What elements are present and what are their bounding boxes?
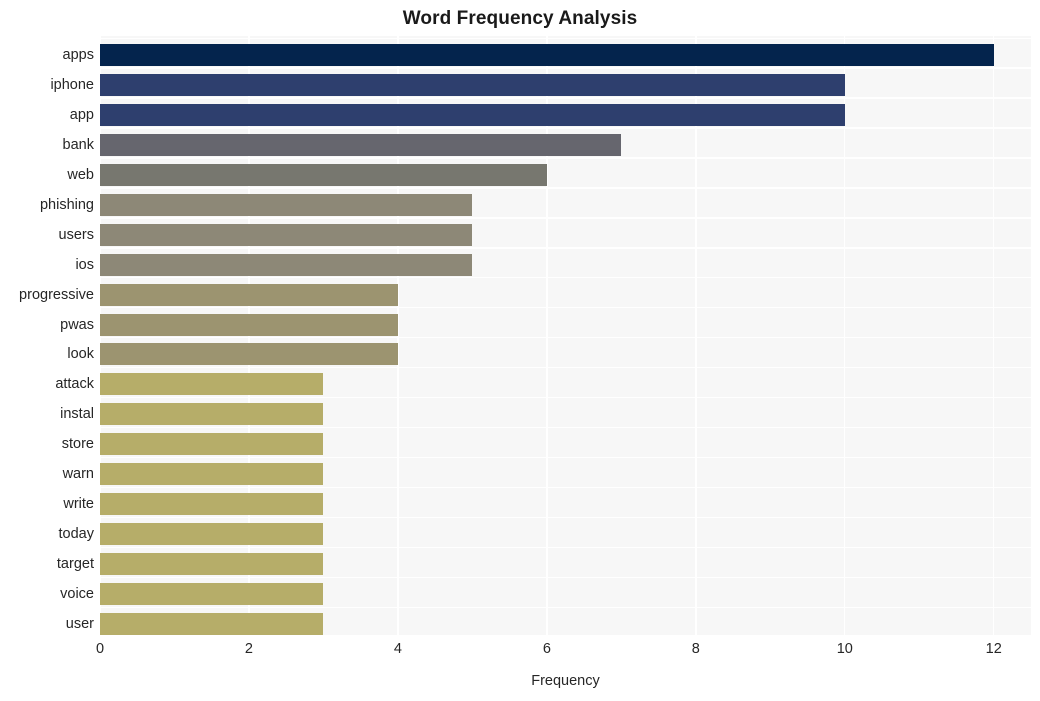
- bar[interactable]: [100, 193, 473, 216]
- y-tick-label: apps: [62, 46, 94, 63]
- y-tick-label: write: [63, 496, 94, 513]
- bar[interactable]: [100, 373, 324, 396]
- plot-area: [100, 36, 1031, 635]
- y-tick-label: user: [65, 616, 94, 633]
- x-tick-label: 6: [542, 641, 551, 657]
- bar[interactable]: [100, 463, 324, 486]
- bar[interactable]: [100, 583, 324, 606]
- x-tick-label: 2: [244, 641, 253, 657]
- bar[interactable]: [100, 223, 473, 246]
- y-tick-label: instal: [60, 406, 94, 423]
- y-tick-label: today: [58, 526, 94, 543]
- y-tick-label: app: [69, 106, 94, 123]
- x-tick-label: 4: [393, 641, 402, 657]
- y-tick-label: attack: [55, 376, 94, 393]
- y-tick-label: progressive: [19, 286, 94, 303]
- y-tick-label: phishing: [39, 196, 94, 213]
- y-tick-label: iphone: [50, 76, 94, 93]
- x-axis-tick-labels: 0 2 4 6 8 10 12: [96, 638, 1031, 662]
- y-tick-label: look: [67, 346, 94, 363]
- bar[interactable]: [100, 283, 398, 306]
- bar[interactable]: [100, 43, 994, 66]
- bar[interactable]: [100, 313, 398, 336]
- y-tick-label: pwas: [60, 316, 94, 333]
- y-tick-label: bank: [62, 136, 94, 153]
- x-tick-label: 12: [985, 641, 1002, 657]
- chart-root: Word Frequency Analysis apps iphone app ban…: [0, 0, 1040, 701]
- bar[interactable]: [100, 553, 324, 576]
- y-axis-tick-labels: apps iphone app bank web phishing users ios prog…: [0, 36, 94, 635]
- y-tick-label: voice: [60, 586, 94, 603]
- y-tick-label: store: [61, 436, 94, 453]
- bar[interactable]: [100, 73, 845, 96]
- bar[interactable]: [100, 103, 845, 126]
- bar[interactable]: [100, 433, 324, 456]
- y-tick-label: warn: [62, 466, 94, 483]
- y-tick-label: web: [67, 166, 94, 183]
- bar[interactable]: [100, 163, 547, 186]
- bar[interactable]: [100, 253, 473, 276]
- bar[interactable]: [100, 613, 324, 635]
- bar[interactable]: [100, 493, 324, 516]
- bars-layer: [100, 36, 1031, 635]
- x-tick-label: 0: [95, 641, 105, 657]
- y-tick-label: users: [58, 226, 94, 243]
- bar[interactable]: [100, 523, 324, 546]
- bar[interactable]: [100, 403, 324, 426]
- x-tick-label: 10: [836, 641, 853, 657]
- y-tick-label: ios: [75, 256, 94, 273]
- x-axis-title: Frequency: [531, 673, 600, 689]
- bar[interactable]: [100, 133, 622, 156]
- y-tick-label: target: [56, 556, 94, 573]
- bar[interactable]: [100, 343, 398, 366]
- chart-title: Word Frequency Analysis: [402, 8, 638, 29]
- x-tick-label: 8: [691, 641, 700, 657]
